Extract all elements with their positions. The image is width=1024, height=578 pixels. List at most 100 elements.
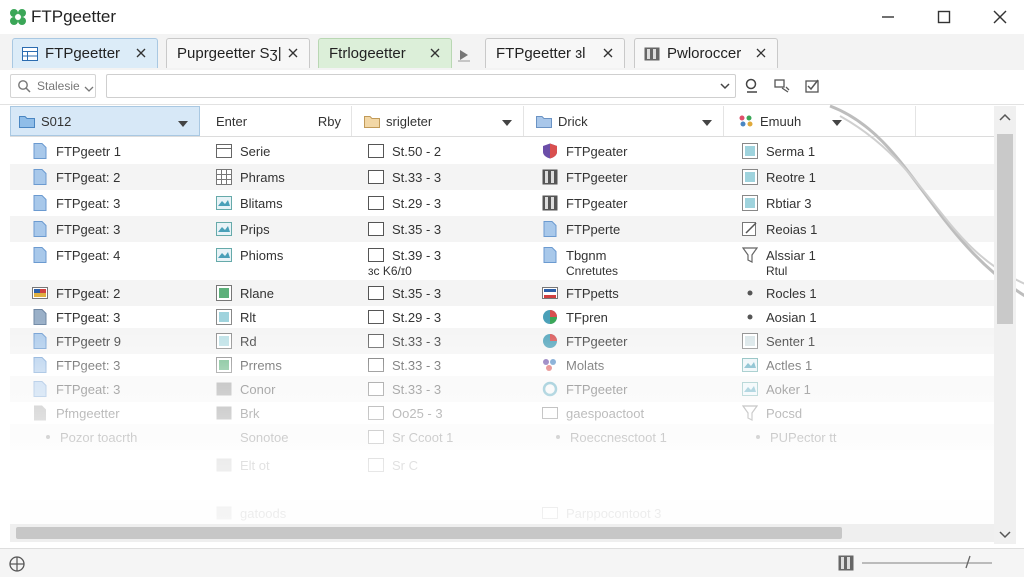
image-icon xyxy=(216,247,232,263)
row-sublabel: ɜc K6/ɪ0 xyxy=(368,264,412,278)
filter-icon xyxy=(741,405,759,421)
zoom-slider-handle[interactable] xyxy=(964,555,972,569)
table-row[interactable]: Elt ot Sr C xyxy=(10,452,994,478)
chevron-down-icon xyxy=(831,116,843,126)
file-icon xyxy=(542,247,558,263)
document-icon xyxy=(216,505,232,521)
table-row[interactable]: FTPgeat: 3 Rlt St.29 - 3 TFpren Aosian 1 xyxy=(10,304,994,330)
tab-pwloroccer[interactable]: Pwloroccer xyxy=(634,38,778,68)
file-icon xyxy=(32,247,48,263)
maximize-button[interactable] xyxy=(924,4,964,30)
tab-ftpgeetter-2[interactable]: FTPgeetter ɜl xyxy=(485,38,625,68)
column-header-srigleter[interactable]: srigleter xyxy=(356,106,524,136)
table-row[interactable]: FTPgeat: 3 Conor St.33 - 3 FTPgeeter Aok… xyxy=(10,376,994,402)
column-header-s012[interactable]: S012 xyxy=(10,106,200,136)
document-icon xyxy=(368,405,384,421)
folder-icon xyxy=(364,114,380,128)
document-icon xyxy=(542,505,558,521)
server-icon xyxy=(542,195,558,211)
folder-icon xyxy=(19,114,35,128)
horizontal-scrollbar[interactable] xyxy=(10,524,994,542)
table-row[interactable]: FTPgeat: 4 Phioms St.39 - 3 Tbgnm Alssia… xyxy=(10,242,994,278)
tab-close-icon[interactable] xyxy=(427,45,443,61)
minimize-button[interactable] xyxy=(868,4,908,30)
tab-close-icon[interactable] xyxy=(600,45,616,61)
filter-select-label: Stalesie xyxy=(37,79,80,93)
window-icon xyxy=(216,333,232,349)
bookmark-check-icon[interactable] xyxy=(802,76,822,96)
scroll-down-icon[interactable] xyxy=(998,528,1012,540)
document-icon xyxy=(368,309,384,325)
table-row[interactable]: gatoods Parppocontoot 3 xyxy=(10,500,994,524)
filter-select[interactable]: Stalesie xyxy=(10,74,96,98)
document-icon xyxy=(368,285,384,301)
file-icon xyxy=(32,381,48,397)
table-row[interactable]: FTPgeat: 3 Blitams St.29 - 3 FTPgeater R… xyxy=(10,190,994,216)
document-icon xyxy=(368,381,384,397)
path-input[interactable] xyxy=(106,74,736,98)
server-icon[interactable] xyxy=(838,555,854,571)
image-icon xyxy=(216,195,232,211)
maximize-icon xyxy=(937,10,951,24)
tab-close-icon[interactable] xyxy=(753,45,769,61)
document-icon xyxy=(368,195,384,211)
table-row[interactable]: FTPgeat: 2 Phrams St.33 - 3 FTPgeeter Re… xyxy=(10,164,994,190)
window-icon xyxy=(742,195,758,211)
tab-strip: FTPgeetter Puprgeetter Sʒ| Ftrlogeetter … xyxy=(0,34,1024,71)
tab-ftpgeetter[interactable]: FTPgeetter xyxy=(12,38,158,68)
window-icon xyxy=(742,333,758,349)
column-header-drick[interactable]: Drick xyxy=(528,106,724,136)
file-icon xyxy=(32,405,48,421)
column-header-emuuh[interactable]: Emuuh xyxy=(730,106,916,136)
document-icon xyxy=(368,169,384,185)
document-icon xyxy=(368,247,384,263)
table-row[interactable]: Pfmgeetter Brk Oo25 - 3 gaespoactoot Poc… xyxy=(10,400,994,426)
bullet-icon xyxy=(742,285,758,301)
window-icon xyxy=(542,405,558,421)
table-row[interactable]: Pozor toacrth Sonotoe Sr Ccoot 1 Roeccne… xyxy=(10,424,994,450)
window-title: FTPgeetter xyxy=(31,7,117,26)
horizontal-scroll-thumb[interactable] xyxy=(16,527,842,539)
table-row[interactable]: FTPgeat: 3 Prips St.35 - 3 FTPperte Reoi… xyxy=(10,216,994,242)
tab-close-icon[interactable] xyxy=(285,45,301,61)
document-icon xyxy=(368,333,384,349)
network-icon[interactable] xyxy=(8,555,26,573)
shield-icon xyxy=(542,143,558,159)
table-row[interactable]: FTPgeat: 2 Rlane St.35 - 3 FTPpetts Rocl… xyxy=(10,280,994,306)
window-icon xyxy=(216,309,232,325)
edit-icon xyxy=(742,221,758,237)
title-bar: FTPgeetter xyxy=(0,0,1024,34)
file-icon xyxy=(32,357,48,373)
scroll-up-icon[interactable] xyxy=(998,110,1012,122)
path-dropdown-icon[interactable] xyxy=(718,79,732,93)
tab-puprgeetter[interactable]: Puprgeetter Sʒ| xyxy=(166,38,310,68)
bullet-icon xyxy=(754,429,762,445)
table-row[interactable]: FTPgeetr 1 Serie St.50 - 2 FTPgeater Ser… xyxy=(10,138,994,164)
file-icon xyxy=(32,333,48,349)
close-icon xyxy=(993,10,1007,24)
filter-icon xyxy=(741,247,759,263)
image-icon xyxy=(742,381,758,397)
document-icon xyxy=(368,221,384,237)
file-icon xyxy=(32,309,48,325)
column-header-enter[interactable]: Enter Rby xyxy=(202,106,352,136)
minimize-icon xyxy=(882,16,894,18)
tab-ftrlogeetter[interactable]: Ftrlogeetter xyxy=(318,38,452,68)
grid-icon xyxy=(216,169,232,185)
table-row[interactable]: FTPgeetr 9 Rd St.33 - 3 FTPgeeter Senter… xyxy=(10,328,994,354)
vertical-scrollbar[interactable] xyxy=(994,106,1016,544)
close-window-button[interactable] xyxy=(980,4,1020,30)
table-row[interactable]: FTPgeet: 3 Prrems St.33 - 3 Molats Actle… xyxy=(10,352,994,378)
tab-close-icon[interactable] xyxy=(133,45,149,61)
bullet-icon xyxy=(44,429,52,445)
connect-icon[interactable] xyxy=(772,76,792,96)
chart-icon xyxy=(542,333,558,349)
zoom-slider[interactable] xyxy=(862,562,992,564)
user-search-icon[interactable] xyxy=(742,76,762,96)
table-icon xyxy=(216,143,232,159)
window-icon xyxy=(742,143,758,159)
chevron-down-icon xyxy=(501,116,513,126)
tab-scroll-right-icon[interactable] xyxy=(458,48,470,62)
vertical-scroll-thumb[interactable] xyxy=(997,134,1013,324)
row-sublabel: Cnretutes xyxy=(566,264,619,278)
